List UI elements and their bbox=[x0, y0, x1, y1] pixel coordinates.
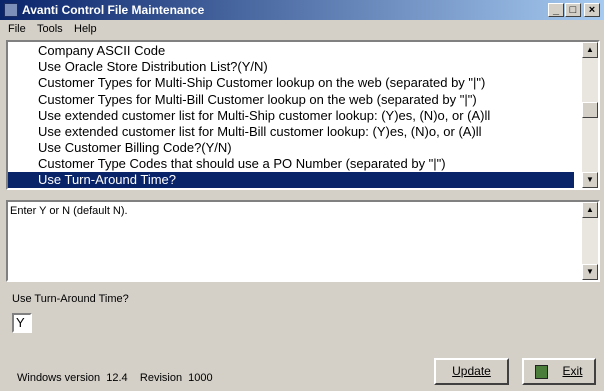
app-icon bbox=[4, 3, 18, 17]
menu-bar: File Tools Help bbox=[0, 20, 604, 39]
field-label: Use Turn-Around Time? bbox=[12, 293, 129, 305]
list-item[interactable]: Customer Type Codes that should use a PO… bbox=[38, 156, 446, 172]
list-scrollbar[interactable]: ▲ ▼ bbox=[582, 42, 598, 188]
window-title: Avanti Control File Maintenance bbox=[22, 3, 205, 17]
menu-help[interactable]: Help bbox=[74, 23, 97, 35]
help-text-area[interactable]: Enter Y or N (default N). ▲ ▼ bbox=[6, 200, 600, 282]
list-item[interactable]: Use Oracle Store Distribution List?(Y/N) bbox=[38, 59, 268, 75]
exit-button-label: Exit bbox=[562, 364, 583, 378]
list-item[interactable]: Use extended customer list for Multi-Shi… bbox=[38, 108, 490, 124]
update-button[interactable]: Update bbox=[434, 358, 509, 385]
scroll-down-icon[interactable]: ▼ bbox=[582, 264, 598, 280]
maximize-button[interactable]: □ bbox=[565, 3, 581, 17]
scroll-up-icon[interactable]: ▲ bbox=[582, 202, 598, 218]
scroll-thumb[interactable] bbox=[582, 102, 598, 118]
exit-icon bbox=[535, 364, 549, 379]
scroll-down-icon[interactable]: ▼ bbox=[582, 172, 598, 188]
list-item[interactable]: Company ASCII Code bbox=[38, 43, 165, 59]
list-item[interactable]: Use extended customer list for Multi-Bil… bbox=[38, 124, 482, 140]
list-item[interactable]: Customer Types for Multi-Ship Customer l… bbox=[38, 75, 485, 91]
turnaround-input[interactable]: Y bbox=[12, 313, 32, 333]
scroll-up-icon[interactable]: ▲ bbox=[582, 42, 598, 58]
list-item-selected[interactable]: Use Turn-Around Time? bbox=[8, 172, 574, 188]
settings-list[interactable]: Company ASCII Code Use Oracle Store Dist… bbox=[6, 40, 600, 190]
exit-button[interactable]: Exit bbox=[522, 358, 596, 385]
menu-tools[interactable]: Tools bbox=[37, 23, 63, 35]
list-item[interactable]: Use Customer Billing Code?(Y/N) bbox=[38, 140, 232, 156]
version-info: Windows version 12.4 Revision 1000 bbox=[17, 372, 213, 384]
update-button-label: Update bbox=[452, 364, 491, 378]
list-item[interactable]: Customer Types for Multi-Bill Customer l… bbox=[38, 92, 477, 108]
title-bar: Avanti Control File Maintenance _ □ × bbox=[0, 0, 604, 20]
help-scrollbar[interactable]: ▲ ▼ bbox=[582, 202, 598, 280]
close-button[interactable]: × bbox=[584, 3, 600, 17]
minimize-button[interactable]: _ bbox=[548, 3, 564, 17]
help-text: Enter Y or N (default N). bbox=[10, 205, 128, 217]
menu-file[interactable]: File bbox=[8, 23, 26, 35]
